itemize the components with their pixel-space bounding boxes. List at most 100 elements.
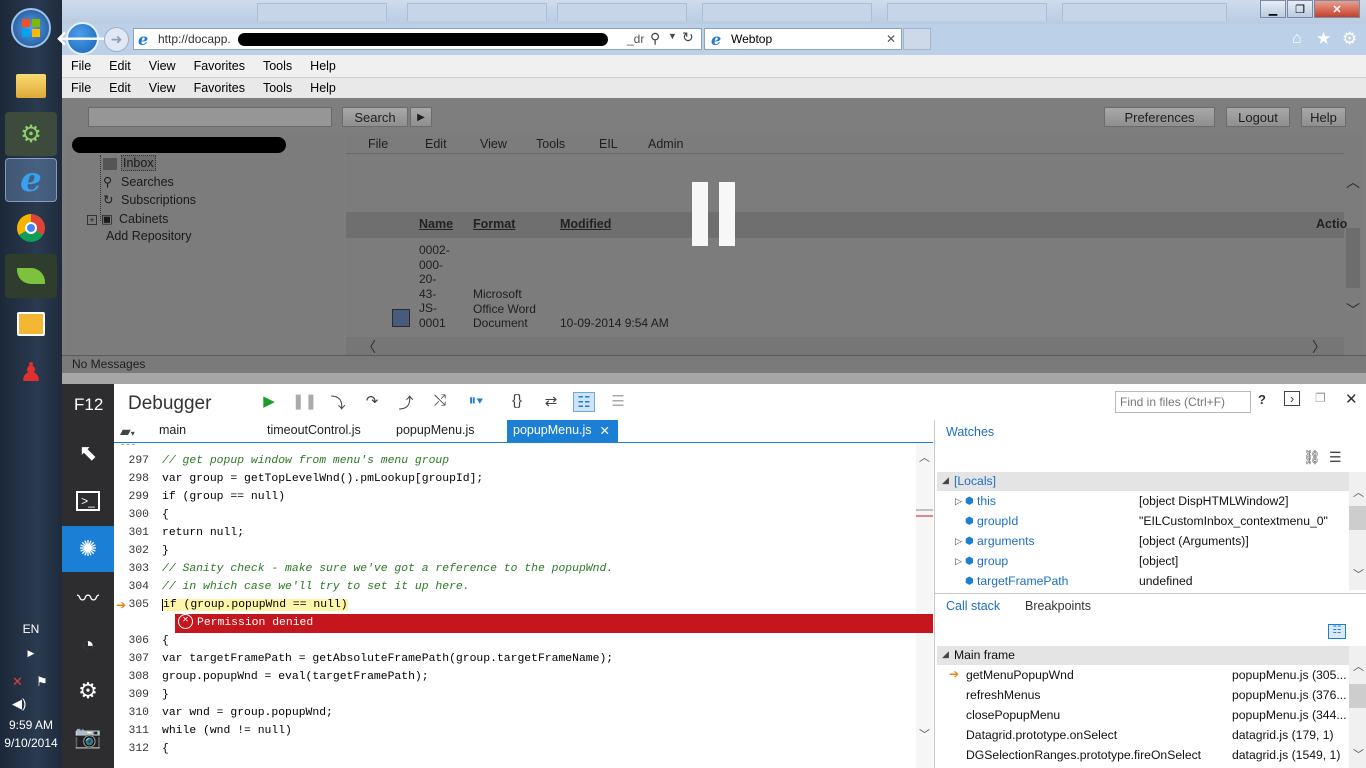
network-tool-button[interactable]: ⚙ [5, 112, 57, 156]
just-my-code-icon[interactable]: ☷ [573, 392, 595, 412]
find-in-files-input[interactable]: Find in files (Ctrl+F) [1115, 391, 1251, 413]
callstack-scroll-up-icon[interactable]: ︿ [1353, 658, 1364, 674]
home-icon[interactable]: ⌂ [1292, 30, 1302, 48]
menu-help[interactable]: Help [301, 59, 345, 73]
tab-callstack[interactable]: Call stack [946, 599, 1000, 613]
performance-icon[interactable]: ◔ [62, 622, 114, 668]
watch-row[interactable]: ▷ ⬢ group [object] [937, 551, 1349, 571]
tree-item-cabinets[interactable]: + ▣ Cabinets [87, 211, 168, 226]
watches-scrollbar[interactable]: ︿ ﹀ [1349, 472, 1366, 590]
expand-icon[interactable]: ▷ [955, 556, 962, 567]
webtop-menu-edit[interactable]: Edit [100, 81, 140, 95]
webtop-menu-view[interactable]: View [140, 81, 185, 95]
user-tool-button[interactable]: ♟ [5, 350, 57, 394]
file-tab-popupmenu-active[interactable]: popupMenu.js ✕ [507, 420, 618, 442]
minimize-button[interactable]: ▁ [1260, 0, 1286, 18]
watch-row[interactable]: ⬢ groupId "EILCustomInbox_contextmenu_0" [937, 511, 1349, 531]
add-watch-icon[interactable]: ⛓ [1303, 449, 1321, 466]
code-line[interactable]: 302} [114, 542, 168, 560]
callstack-scrollbar[interactable]: ︿ ﹀ [1349, 646, 1366, 768]
pane-divider[interactable] [934, 420, 935, 768]
step-out-icon[interactable]: ⤴ [395, 392, 417, 413]
code-line[interactable]: 298 var group = getTopLevelWnd().pmLookup… [114, 470, 483, 488]
add-repository-link[interactable]: Add Repository [106, 229, 191, 243]
expand-icon[interactable]: ▷ [955, 536, 962, 547]
callstack-row[interactable]: Datagrid.prototype.onSelect datagrid.js (… [937, 725, 1349, 745]
word-document-icon[interactable] [392, 309, 410, 327]
ghost-tab[interactable] [557, 3, 687, 21]
content-menu-view[interactable]: View [480, 137, 507, 151]
scroll-down-icon[interactable]: ﹀ [1346, 300, 1360, 320]
ghost-tab[interactable] [1062, 3, 1227, 21]
content-menu-file[interactable]: File [368, 137, 388, 151]
close-devtools-icon[interactable]: ✕ [1345, 390, 1358, 408]
code-line[interactable]: 311 while (wnd != null) [114, 722, 291, 740]
action-center-icon[interactable]: ⚑ [36, 674, 48, 690]
watch-row[interactable]: ▷ ⬢ this [object DispHTMLWindow2] [937, 491, 1349, 511]
content-menu-edit[interactable]: Edit [425, 137, 447, 151]
watch-row[interactable]: ▷ ⬢ arguments [object (Arguments)] [937, 531, 1349, 551]
dock-icon[interactable]: › [1284, 391, 1300, 406]
emulation-icon[interactable]: 📷 [62, 714, 114, 760]
code-line[interactable]: 306 { [114, 632, 168, 650]
tree-item-subscriptions[interactable]: ↻ Subscriptions [103, 192, 196, 207]
close-tab-icon[interactable]: ✕ [886, 32, 896, 46]
network-icon[interactable]: 〰 [62, 574, 114, 620]
break-on-new-worker-icon[interactable]: ⤭ [429, 392, 451, 409]
content-menu-tools[interactable]: Tools [536, 137, 565, 151]
watches-scroll-down-icon[interactable]: ﹀ [1353, 566, 1364, 582]
file-tab-main[interactable]: main [153, 420, 192, 442]
volume-icon[interactable]: ◀) [12, 696, 26, 712]
webtop-menu-favorites[interactable]: Favorites [185, 81, 254, 95]
clock-date[interactable]: 9/10/2014 [0, 736, 62, 750]
content-menu-eil[interactable]: EIL [599, 137, 618, 151]
step-into-icon[interactable]: ⤵ [327, 392, 349, 413]
tray-expand-icon[interactable]: ▶ [0, 648, 62, 659]
code-line[interactable]: 300 { [114, 506, 168, 524]
open-document-icon[interactable]: ▰▾ [120, 423, 135, 440]
code-line[interactable]: 299 if (group == null) [114, 488, 285, 506]
tab-breakpoints[interactable]: Breakpoints [1025, 599, 1091, 613]
code-scroll-down-icon[interactable]: ﹀ [919, 726, 930, 742]
favorites-star-icon[interactable]: ★ [1316, 29, 1331, 49]
step-over-icon[interactable]: ↷ [361, 392, 383, 410]
clear-breakpoints-icon[interactable]: ☰ [607, 392, 629, 410]
code-scroll-up-icon[interactable]: ︿ [919, 449, 930, 465]
file-explorer-button[interactable] [5, 64, 57, 108]
code-line[interactable]: 303 // Sanity check - make sure we've got… [114, 560, 613, 578]
pretty-print-icon[interactable]: {} [506, 392, 528, 409]
content-menu-admin[interactable]: Admin [648, 137, 683, 151]
code-line[interactable]: 308 group.popupWnd = eval(targetFramePath… [114, 668, 428, 686]
column-modified[interactable]: Modified [560, 217, 611, 231]
code-line[interactable]: 301 return null; [114, 524, 244, 542]
code-line[interactable]: 310 var wnd = group.popupWnd; [114, 704, 332, 722]
collapse-icon[interactable]: ◢ [942, 649, 949, 660]
help-icon[interactable]: ? [1258, 392, 1266, 407]
webtop-menu-tools[interactable]: Tools [254, 81, 301, 95]
code-scrollbar[interactable]: ︿ ﹀ [916, 443, 933, 768]
dom-explorer-icon[interactable]: ⬉ [62, 430, 114, 476]
console-icon[interactable]: >_ [62, 478, 114, 524]
search-icon[interactable]: ⚲ [650, 30, 660, 47]
callstack-row[interactable]: closePopupMenu popupMenu.js (344... [937, 705, 1349, 725]
back-button[interactable]: 🡐 [56, 22, 109, 55]
leaf-app-button[interactable] [5, 254, 57, 298]
refresh-icon[interactable]: ↻ [682, 29, 694, 46]
menu-tools[interactable]: Tools [254, 59, 301, 73]
address-bar[interactable]: e http://docapp. _dr ⚲ ▼ ↻ [133, 28, 702, 50]
webtop-menu-help[interactable]: Help [301, 81, 345, 95]
expand-icon[interactable]: ▷ [955, 496, 962, 507]
tab-webtop[interactable]: e Webtop ✕ [704, 28, 902, 50]
panes-separator[interactable] [935, 593, 1366, 594]
file-tab-timeoutcontrol[interactable]: timeoutControl.js [261, 420, 367, 442]
settings-gear-icon[interactable]: ⚙ [1342, 29, 1357, 49]
scroll-right-icon[interactable]: 〉 [1312, 337, 1326, 357]
document-name[interactable]: 0002- 000- 20- 43- JS- 0001 [419, 243, 450, 330]
continue-icon[interactable]: ▶ [258, 392, 280, 410]
webtop-menu-file[interactable]: File [62, 81, 100, 95]
internet-explorer-button[interactable]: e [5, 158, 57, 202]
callstack-scroll-down-icon[interactable]: ﹀ [1353, 746, 1364, 762]
search-input[interactable] [88, 107, 332, 127]
current-code-line[interactable]: 305 if (group.popupWnd == null) [114, 596, 348, 614]
network-status-icon[interactable]: ✕ [12, 674, 23, 690]
